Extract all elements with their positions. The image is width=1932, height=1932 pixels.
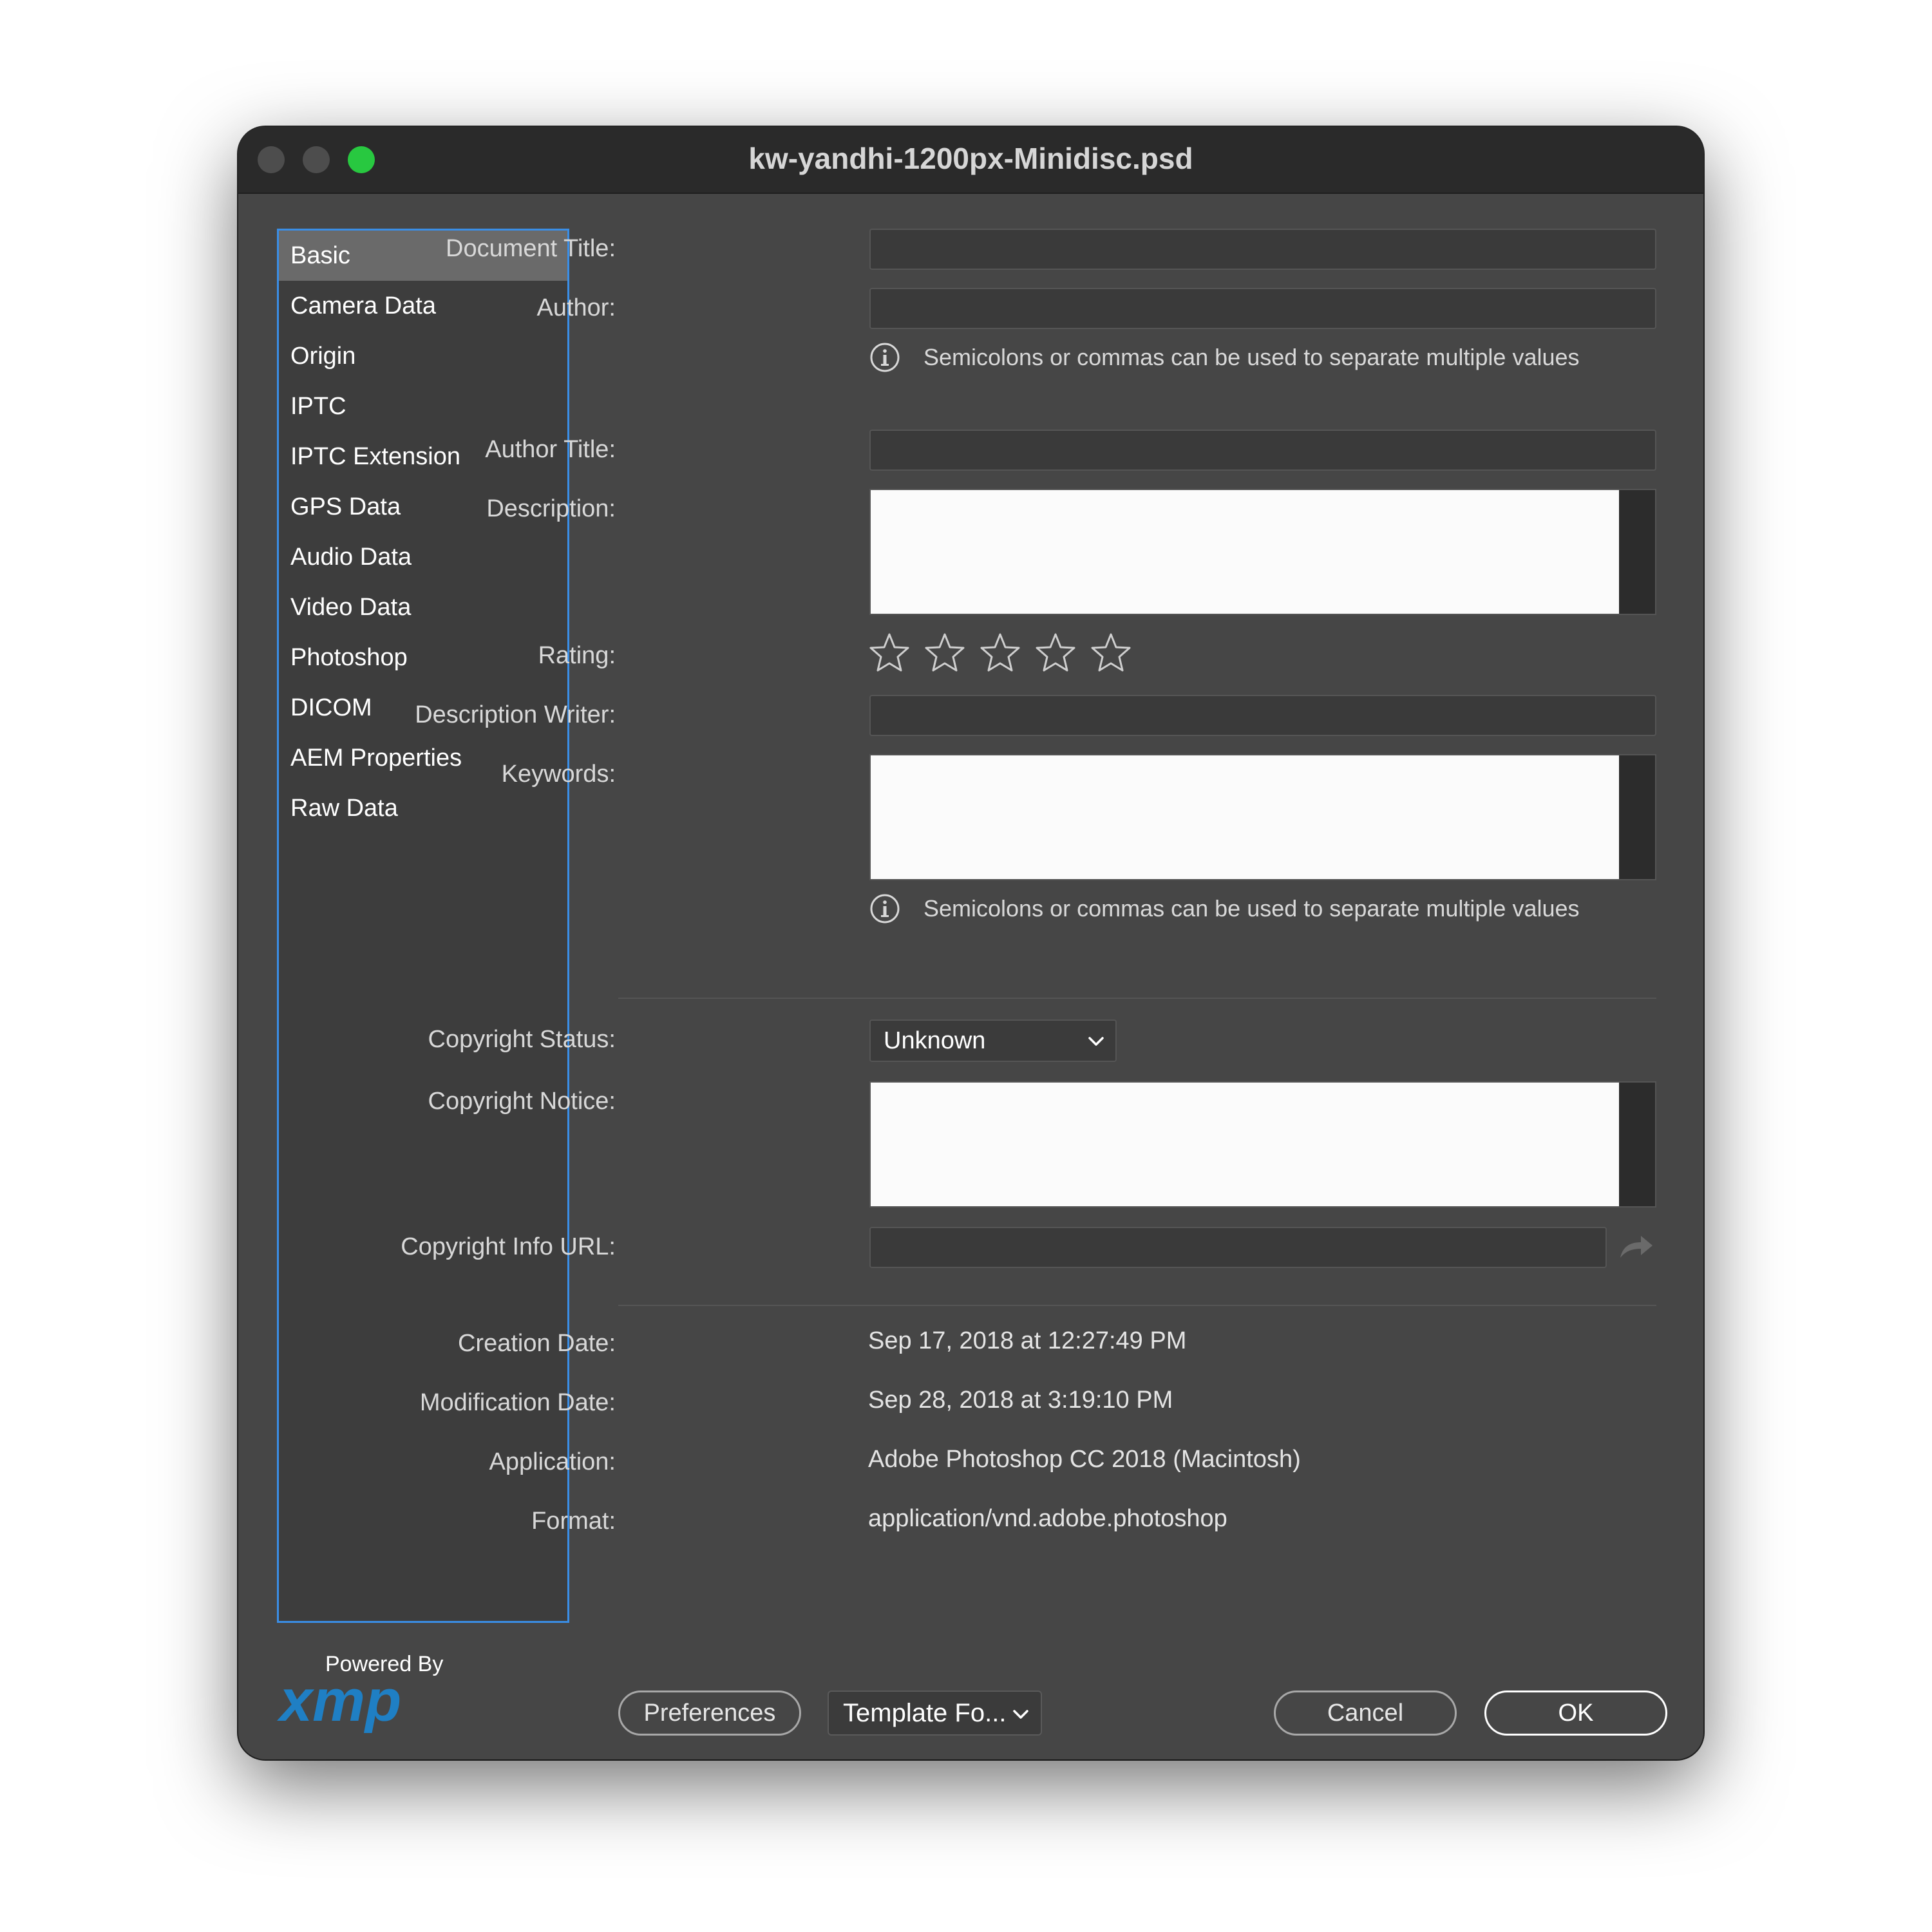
template-folder-dropdown[interactable]: Template Fo...: [828, 1690, 1042, 1736]
star-2-icon[interactable]: [923, 632, 966, 674]
description-scrollbar[interactable]: [1619, 490, 1655, 614]
sidebar-item-camera-data[interactable]: Camera Data: [279, 281, 567, 331]
chevron-down-icon: [1088, 1037, 1104, 1046]
copyright-notice-scrollbar[interactable]: [1619, 1083, 1655, 1206]
author-hint: Semicolons or commas can be used to sepa…: [869, 341, 1580, 374]
creation-date-label: Creation Date:: [457, 1330, 616, 1357]
star-3-icon[interactable]: [979, 632, 1021, 674]
copyright-status-value: Unknown: [884, 1027, 986, 1054]
metadata-dialog-window: kw-yandhi-1200px-Minidisc.psd Basic Came…: [238, 127, 1703, 1759]
ok-button[interactable]: OK: [1484, 1690, 1667, 1736]
application-value: Adobe Photoshop CC 2018 (Macintosh): [868, 1446, 1301, 1473]
keywords-hint-text: Semicolons or commas can be used to sepa…: [923, 895, 1580, 922]
author-field[interactable]: [869, 288, 1656, 329]
format-label: Format:: [531, 1508, 616, 1535]
info-circle-icon: [870, 894, 900, 923]
description-label: Description:: [486, 495, 616, 522]
sidebar-item-photoshop[interactable]: Photoshop: [279, 632, 567, 683]
xmp-logo-text: xmp: [277, 1669, 401, 1734]
keywords-textarea[interactable]: [869, 754, 1656, 880]
star-5-icon[interactable]: [1090, 632, 1132, 674]
modification-date-value: Sep 28, 2018 at 3:19:10 PM: [868, 1387, 1173, 1414]
keywords-hint: Semicolons or commas can be used to sepa…: [869, 893, 1580, 925]
sidebar-item-iptc[interactable]: IPTC: [279, 381, 567, 431]
keywords-label: Keywords:: [501, 761, 616, 788]
info-divider: [618, 1305, 1656, 1306]
copyright-status-label: Copyright Status:: [428, 1026, 616, 1053]
sidebar-item-origin[interactable]: Origin: [279, 331, 567, 381]
modification-date-label: Modification Date:: [419, 1389, 616, 1416]
copyright-notice-textarea[interactable]: [869, 1081, 1656, 1208]
title-bar: kw-yandhi-1200px-Minidisc.psd: [238, 127, 1703, 194]
copyright-status-select[interactable]: Unknown: [869, 1019, 1117, 1062]
sidebar-item-audio-data[interactable]: Audio Data: [279, 532, 567, 582]
application-label: Application:: [489, 1448, 616, 1475]
author-title-label: Author Title:: [485, 436, 616, 463]
copyright-notice-label: Copyright Notice:: [428, 1088, 616, 1115]
info-circle-icon: [870, 343, 900, 372]
document-title-field[interactable]: [869, 229, 1656, 270]
rating-stars: [868, 632, 1132, 674]
creation-date-value: Sep 17, 2018 at 12:27:49 PM: [868, 1327, 1187, 1354]
author-title-field[interactable]: [869, 430, 1656, 471]
cancel-button[interactable]: Cancel: [1274, 1690, 1457, 1736]
keywords-scrollbar[interactable]: [1619, 755, 1655, 879]
description-textarea[interactable]: [869, 489, 1656, 615]
author-label: Author:: [536, 294, 616, 321]
format-value: application/vnd.adobe.photoshop: [868, 1505, 1227, 1532]
star-1-icon[interactable]: [868, 632, 911, 674]
copyright-url-label: Copyright Info URL:: [401, 1233, 616, 1260]
rating-label: Rating:: [538, 642, 616, 669]
share-arrow-icon[interactable]: [1618, 1232, 1655, 1262]
xmp-logo: xmp: [277, 1669, 401, 1734]
description-writer-field[interactable]: [869, 695, 1656, 736]
sidebar-item-video-data[interactable]: Video Data: [279, 582, 567, 632]
author-hint-text: Semicolons or commas can be used to sepa…: [923, 344, 1580, 370]
chevron-down-icon: [1013, 1710, 1028, 1719]
preferences-button[interactable]: Preferences: [618, 1690, 801, 1736]
section-divider: [618, 998, 1656, 999]
window-title: kw-yandhi-1200px-Minidisc.psd: [748, 142, 1193, 175]
copyright-url-field[interactable]: [869, 1227, 1607, 1268]
sidebar-item-raw-data[interactable]: Raw Data: [279, 783, 567, 833]
template-folder-label: Template Fo...: [843, 1699, 1007, 1727]
description-writer-label: Description Writer:: [415, 701, 616, 728]
document-title-label: Document Title:: [446, 235, 616, 262]
star-4-icon[interactable]: [1034, 632, 1077, 674]
